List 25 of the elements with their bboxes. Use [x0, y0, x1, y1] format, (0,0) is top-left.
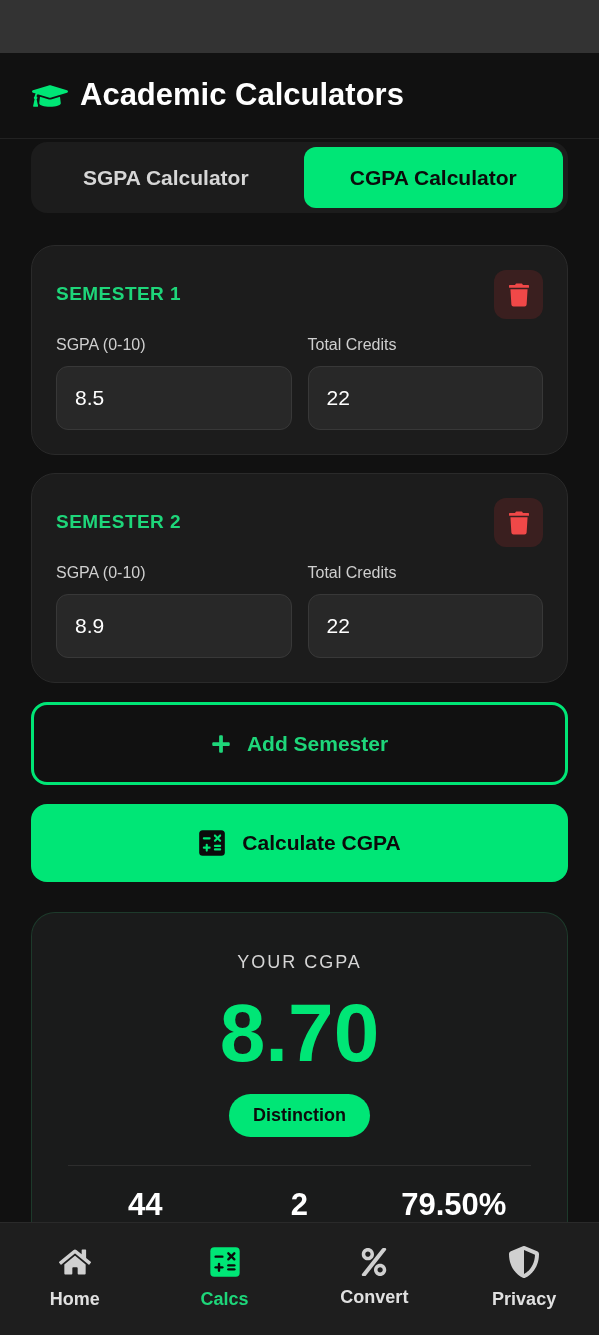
calculator-tab[interactable]: CGPA Calculator	[303, 147, 563, 209]
stat-value: 44	[126, 1186, 164, 1222]
nav-item[interactable]: Privacy	[449, 1245, 599, 1313]
nav-item[interactable]: Convert	[299, 1247, 450, 1311]
nav-item[interactable]: Home	[0, 1245, 150, 1313]
input-field[interactable]: 8.9	[56, 594, 292, 659]
field-label: Total Credits	[307, 563, 398, 584]
nav-item[interactable]: Calcs	[149, 1245, 300, 1313]
calculator-tab[interactable]: SGPA Calculator	[36, 147, 296, 209]
input-field[interactable]: 22	[307, 366, 543, 431]
stat-value: 79.50%	[400, 1186, 508, 1222]
semester-title: SEMESTER 2	[56, 510, 182, 535]
stat-value: 2	[289, 1186, 310, 1222]
result-heading: YOUR CGPA	[237, 951, 362, 974]
cgpa-value: 8.70	[219, 992, 380, 1074]
app-title: Academic Calculators	[80, 76, 404, 115]
field-label: Total Credits	[307, 335, 398, 356]
input-field[interactable]: 8.5	[56, 366, 292, 431]
semester-title: SEMESTER 1	[56, 282, 182, 307]
input-field[interactable]: 22	[307, 594, 543, 659]
field-label: SGPA (0-10)	[56, 563, 147, 584]
field-label: SGPA (0-10)	[56, 335, 147, 356]
grade-badge: Distinction	[229, 1094, 370, 1137]
calculate-button[interactable]: Calculate CGPA	[31, 804, 568, 882]
add-semester-button[interactable]: Add Semester	[31, 702, 568, 786]
